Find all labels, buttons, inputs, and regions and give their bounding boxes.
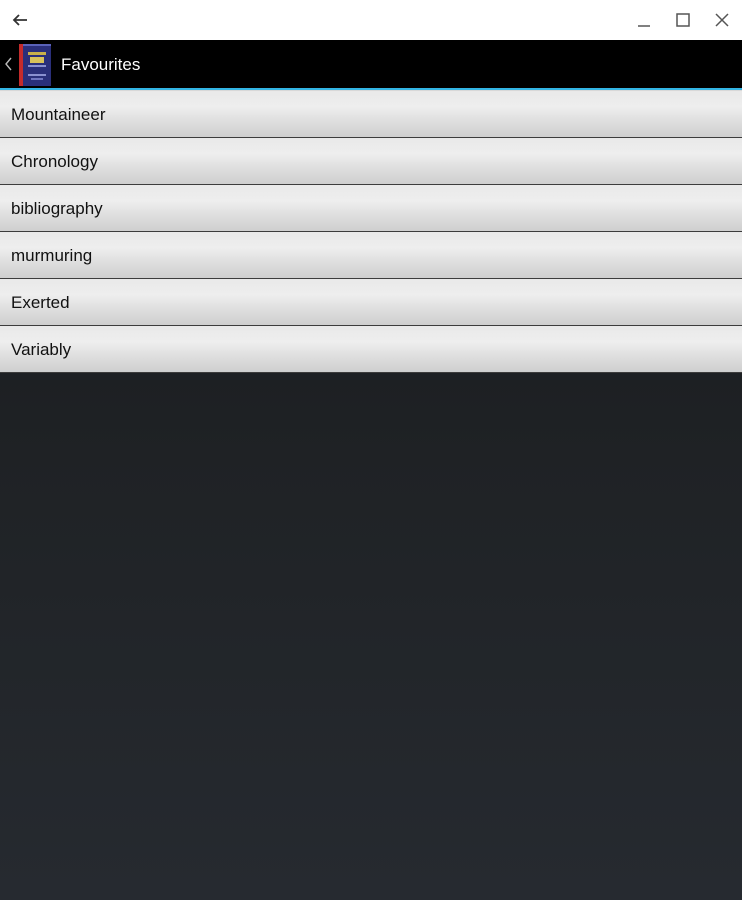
favourite-word: Chronology [11,152,98,171]
favourite-word: bibliography [11,199,103,218]
favourite-word: Mountaineer [11,105,106,124]
close-icon [715,13,729,27]
minimize-button[interactable] [634,10,654,30]
favourite-item[interactable]: bibliography [0,185,742,232]
favourite-item[interactable]: Variably [0,326,742,373]
action-bar: Favourites [0,40,742,90]
arrow-left-icon [12,14,27,26]
favourite-word: Exerted [11,293,70,312]
chevron-left-icon [5,57,12,71]
close-button[interactable] [712,10,732,30]
favourite-word: murmuring [11,246,93,265]
up-navigation-button[interactable] [0,40,56,88]
maximize-icon [676,13,690,27]
minimize-icon [638,25,650,27]
favourite-item[interactable]: Chronology [0,138,742,185]
favourite-item[interactable]: Mountaineer [0,90,742,138]
favourite-item[interactable]: murmuring [0,232,742,279]
page-title: Favourites [61,55,141,74]
maximize-button[interactable] [673,10,693,30]
favourites-content: Mountaineer Chronology bibliography murm… [0,90,742,900]
favourite-word: Variably [11,340,72,359]
window-titlebar [0,0,742,40]
favourite-item[interactable]: Exerted [0,279,742,326]
dictionary-book-logo [19,44,51,86]
window-back-button[interactable] [8,8,32,32]
favourites-list: Mountaineer Chronology bibliography murm… [0,90,742,373]
